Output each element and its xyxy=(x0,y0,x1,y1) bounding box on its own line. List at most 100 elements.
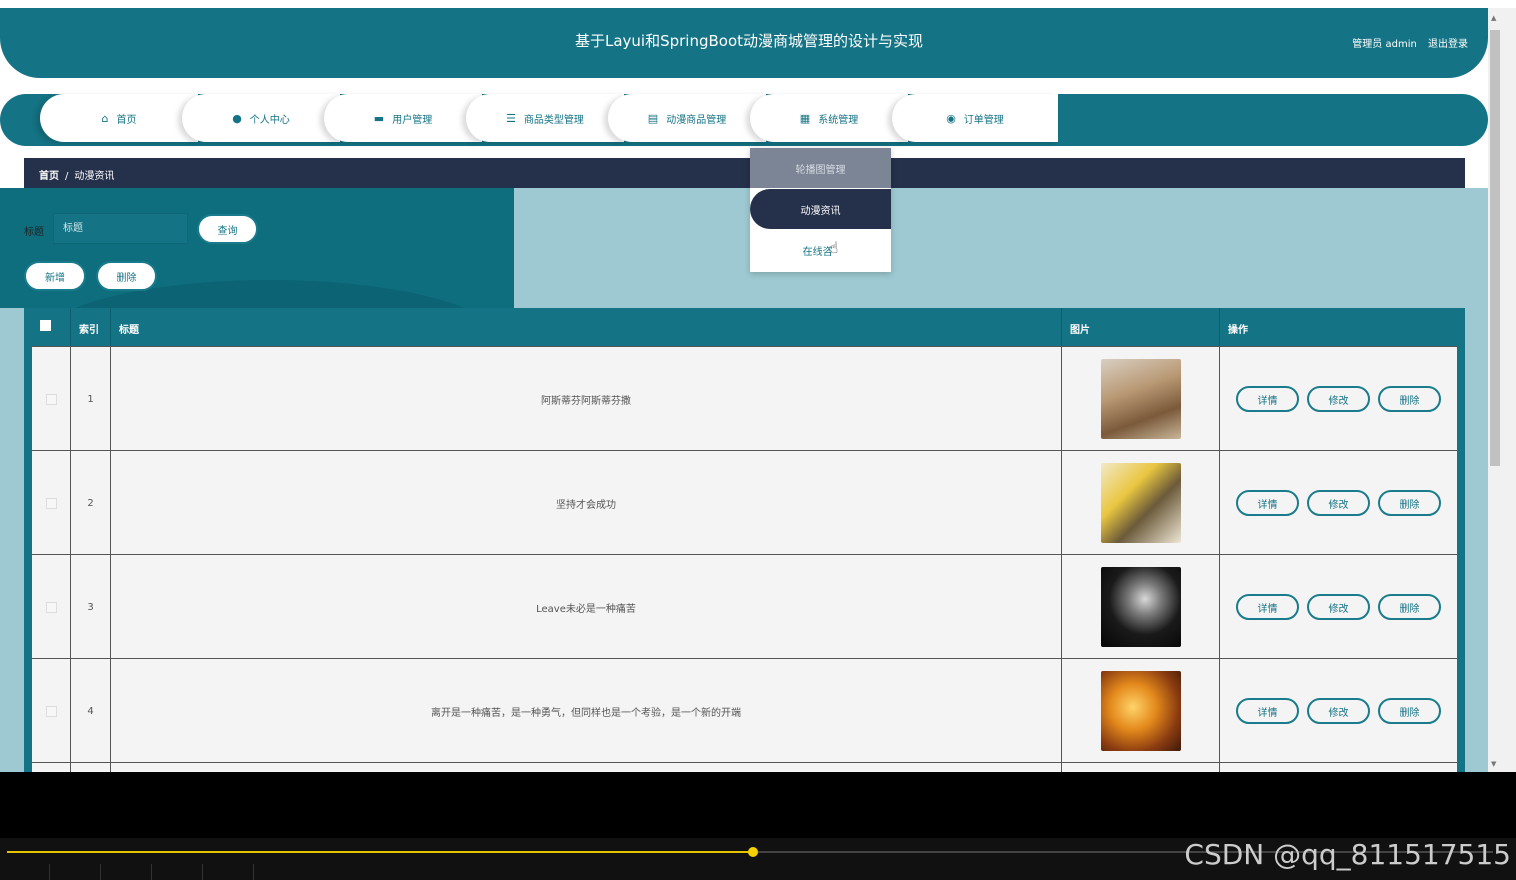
breadcrumb: 首页 / 动漫资讯 xyxy=(24,158,1465,188)
main-nav-bar: ⌂ 首页 ● 个人中心 ▬ 用户管理 ☰ 商品类型管理 ▤ 动漫商品管理 ▦ 系… xyxy=(0,94,1488,146)
app-title: 基于Layui和SpringBoot动漫商城管理的设计与实现 xyxy=(574,32,924,50)
nav-item-users[interactable]: ▬ 用户管理 xyxy=(324,94,482,142)
progress-knob[interactable] xyxy=(748,847,758,857)
row-image-cell xyxy=(1062,347,1220,451)
nav-item-label: 个人中心 xyxy=(249,114,290,126)
search-panel xyxy=(0,188,514,308)
add-button[interactable]: 新增 xyxy=(24,261,86,291)
row-title: 阿斯蒂芬阿斯蒂芬撒 xyxy=(111,347,1062,451)
player-control-slot[interactable] xyxy=(101,864,152,880)
row-checkbox-cell xyxy=(32,347,71,451)
nav-item-label: 用户管理 xyxy=(392,114,433,126)
nav-item-profile[interactable]: ● 个人中心 xyxy=(182,94,340,142)
row-title: 坚持才会成功 xyxy=(111,451,1062,555)
logout-link[interactable]: 退出登录 xyxy=(1428,39,1468,50)
clipboard-icon: ▤ xyxy=(647,111,659,125)
edit-button[interactable]: 修改 xyxy=(1307,594,1370,620)
row-image-cell xyxy=(1062,659,1220,763)
scroll-up-arrow-icon[interactable]: ▲ xyxy=(1491,14,1496,22)
edit-button[interactable]: 修改 xyxy=(1307,698,1370,724)
delete-button[interactable]: 删除 xyxy=(1378,594,1441,620)
player-control-slot[interactable] xyxy=(203,864,254,880)
nav-item-label: 首页 xyxy=(116,114,137,126)
player-control-slot[interactable] xyxy=(50,864,101,880)
system-submenu: 轮播图管理 动漫资讯 在线咨 ☝ xyxy=(750,148,891,272)
hand-cursor-icon: ☝ xyxy=(828,237,839,257)
detail-button[interactable]: 详情 xyxy=(1236,386,1299,412)
submenu-item-consult[interactable]: 在线咨 ☝ xyxy=(750,230,891,270)
row-image-cell xyxy=(1062,555,1220,659)
row-actions: 详情 修改 删除 xyxy=(1220,555,1457,659)
nav-item-orders[interactable]: ◉ 订单管理 xyxy=(892,94,1058,142)
user-icon: ● xyxy=(232,111,242,125)
row-actions: 详情 修改 删除 xyxy=(1220,347,1457,451)
detail-button[interactable]: 详情 xyxy=(1236,490,1299,516)
player-controls-strip xyxy=(0,864,256,880)
row-image-cell xyxy=(1062,763,1220,772)
edit-button[interactable]: 修改 xyxy=(1307,490,1370,516)
browser-viewport: 基于Layui和SpringBoot动漫商城管理的设计与实现 管理员 admin… xyxy=(0,0,1516,772)
player-control-slot[interactable] xyxy=(152,864,203,880)
query-button[interactable]: 查询 xyxy=(197,214,258,244)
nav-item-system[interactable]: ▦ 系统管理 xyxy=(750,94,908,142)
select-all-checkbox[interactable] xyxy=(40,320,51,331)
row-checkbox-cell xyxy=(32,555,71,659)
row-index-cell xyxy=(71,763,111,772)
edit-button[interactable]: 修改 xyxy=(1307,386,1370,412)
table-row: 4 离开是一种痛苦，是一种勇气，但同样也是一个考验，是一个新的开端 详情 修改 … xyxy=(32,658,1457,763)
top-header: 基于Layui和SpringBoot动漫商城管理的设计与实现 管理员 admin… xyxy=(0,8,1488,78)
table-row: 3 Leave未必是一种痛苦 详情 修改 删除 xyxy=(32,554,1457,659)
submenu-item-anime-news[interactable]: 动漫资讯 xyxy=(750,189,891,229)
csdn-watermark: CSDN @qq_811517515 xyxy=(1184,838,1511,871)
row-checkbox-cell xyxy=(32,763,71,772)
delete-button[interactable]: 删除 xyxy=(1378,386,1441,412)
row-title: 离开是一种痛苦，是一种勇气，但同样也是一个考验，是一个新的开端 xyxy=(111,659,1062,763)
table-row: 2 坚持才会成功 详情 修改 删除 xyxy=(32,450,1457,555)
column-header: 索引 xyxy=(71,308,111,346)
nav-item-label: 系统管理 xyxy=(818,114,859,126)
row-checkbox[interactable] xyxy=(45,393,57,405)
scrollbar-thumb[interactable] xyxy=(1490,30,1500,466)
row-title: Leave未必是一种痛苦 xyxy=(111,555,1062,659)
scroll-down-arrow-icon[interactable]: ▼ xyxy=(1491,760,1496,768)
nav-item-label: 商品类型管理 xyxy=(523,114,584,126)
nav-item-anime-products[interactable]: ▤ 动漫商品管理 xyxy=(608,94,766,142)
search-title-input[interactable] xyxy=(53,213,188,244)
detail-button[interactable]: 详情 xyxy=(1236,698,1299,724)
delete-button[interactable]: 删除 xyxy=(1378,698,1441,724)
nav-item-label: 动漫商品管理 xyxy=(666,114,727,126)
delete-button[interactable]: 删除 xyxy=(1378,490,1441,516)
home-icon: ⌂ xyxy=(101,111,109,125)
breadcrumb-current: 动漫资讯 xyxy=(74,171,115,182)
breadcrumb-home[interactable]: 首页 xyxy=(39,171,59,182)
table-header: 索引 标题 图片 操作 xyxy=(32,308,1457,346)
table-row: 1 阿斯蒂芬阿斯蒂芬撒 详情 修改 删除 xyxy=(32,346,1457,451)
row-checkbox-cell xyxy=(32,451,71,555)
row-checkbox[interactable] xyxy=(45,601,57,613)
location-pin-icon: ◉ xyxy=(946,111,956,125)
progress-played[interactable] xyxy=(7,851,753,853)
video-player-bar: CSDN @qq_811517515 xyxy=(0,838,1516,880)
nav-item-product-types[interactable]: ☰ 商品类型管理 xyxy=(466,94,624,142)
admin-user-label: 管理员 admin xyxy=(1352,39,1417,50)
batch-delete-button[interactable]: 删除 xyxy=(96,261,157,291)
column-header: 图片 xyxy=(1062,308,1220,346)
nav-item-home[interactable]: ⌂ 首页 xyxy=(40,94,198,142)
row-index: 1 xyxy=(71,347,111,451)
detail-button[interactable]: 详情 xyxy=(1236,594,1299,620)
page-scrollbar[interactable]: ▲ ▼ xyxy=(1488,8,1516,772)
breadcrumb-separator: / xyxy=(65,171,69,182)
column-header: 标题 xyxy=(111,308,1062,346)
news-thumbnail xyxy=(1100,463,1181,543)
row-checkbox[interactable] xyxy=(45,497,57,509)
column-header: 操作 xyxy=(1228,325,1248,336)
content-area: 标题 查询 新增 删除 索引 标题 图片 操作 1 阿斯蒂芬阿斯蒂芬撒 xyxy=(0,188,1488,772)
news-thumbnail xyxy=(1100,671,1181,751)
nav-item-label: 订单管理 xyxy=(963,114,1004,126)
search-title-label: 标题 xyxy=(24,227,44,238)
row-checkbox[interactable] xyxy=(45,705,57,717)
news-table: 索引 标题 图片 操作 1 阿斯蒂芬阿斯蒂芬撒 详情 修改 删除 2 坚持才会成… xyxy=(24,308,1465,772)
submenu-item-carousel[interactable]: 轮播图管理 xyxy=(750,148,891,188)
player-control-slot[interactable] xyxy=(0,864,50,880)
news-thumbnail xyxy=(1100,359,1181,439)
